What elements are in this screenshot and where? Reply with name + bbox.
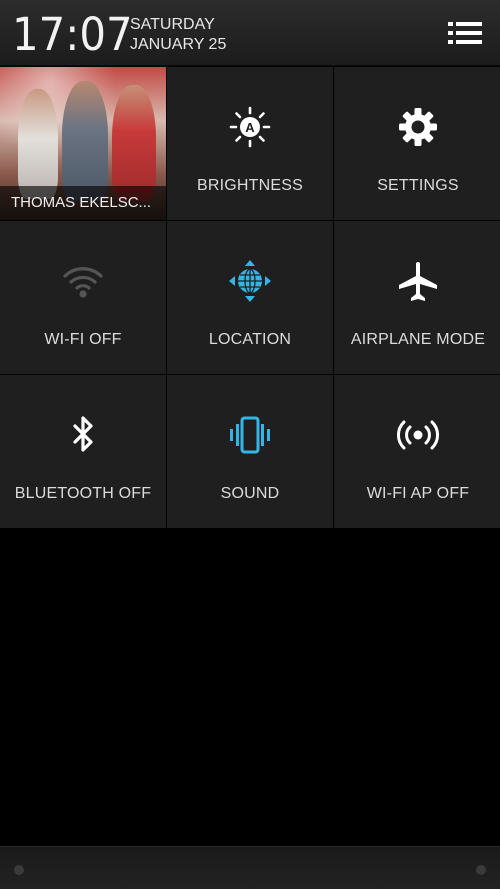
bluetooth-tile[interactable]: BLUETOOTH OFF (0, 375, 166, 528)
contact-tile[interactable]: THOMAS EKELSC... (0, 67, 166, 220)
brightness-label: BRIGHTNESS (196, 177, 303, 194)
date-display: SATURDAY JANUARY 25 (130, 15, 226, 55)
svg-text:A: A (245, 120, 255, 135)
settings-label: SETTINGS (377, 177, 459, 194)
airplane-mode-label: AIRPLANE MODE (350, 331, 486, 348)
left-handle-dot (14, 865, 24, 875)
contact-name: THOMAS EKELSC... (0, 186, 166, 220)
clock-time: 17:07 (12, 8, 133, 61)
brightness-auto-icon: A (229, 106, 271, 148)
location-label: LOCATION (208, 331, 292, 348)
list-menu-icon (448, 22, 482, 44)
sound-label: SOUND (220, 485, 280, 502)
settings-tile[interactable]: SETTINGS (334, 67, 500, 220)
location-globe-icon (229, 260, 271, 302)
airplane-icon (399, 262, 437, 301)
list-menu-button[interactable] (448, 19, 482, 47)
bluetooth-icon (73, 416, 93, 452)
wifi-tile[interactable]: WI-FI OFF (0, 221, 166, 374)
date-text: JANUARY 25 (130, 36, 227, 53)
notification-drag-handle[interactable] (0, 846, 500, 889)
sound-tile[interactable]: SOUND (167, 375, 333, 528)
status-header: 17:07 SATURDAY JANUARY 25 (0, 0, 500, 66)
wifi-hotspot-tile[interactable]: WI-FI AP OFF (334, 375, 500, 528)
right-handle-dot (476, 865, 486, 875)
day-of-week: SATURDAY (130, 16, 215, 33)
vibrate-icon (230, 416, 270, 454)
gear-icon (399, 108, 437, 146)
wifi-label: WI-FI OFF (44, 331, 122, 348)
hotspot-icon (397, 420, 439, 450)
airplane-mode-tile[interactable]: AIRPLANE MODE (334, 221, 500, 374)
bluetooth-label: BLUETOOTH OFF (14, 485, 152, 502)
brightness-tile[interactable]: A BRIGHTNESS (167, 67, 333, 220)
location-tile[interactable]: LOCATION (167, 221, 333, 374)
wifi-hotspot-label: WI-FI AP OFF (366, 485, 470, 502)
wifi-icon (63, 267, 103, 298)
quick-settings-grid: THOMAS EKELSC... A BRIGHTNESS SETTINGS W… (0, 67, 500, 528)
